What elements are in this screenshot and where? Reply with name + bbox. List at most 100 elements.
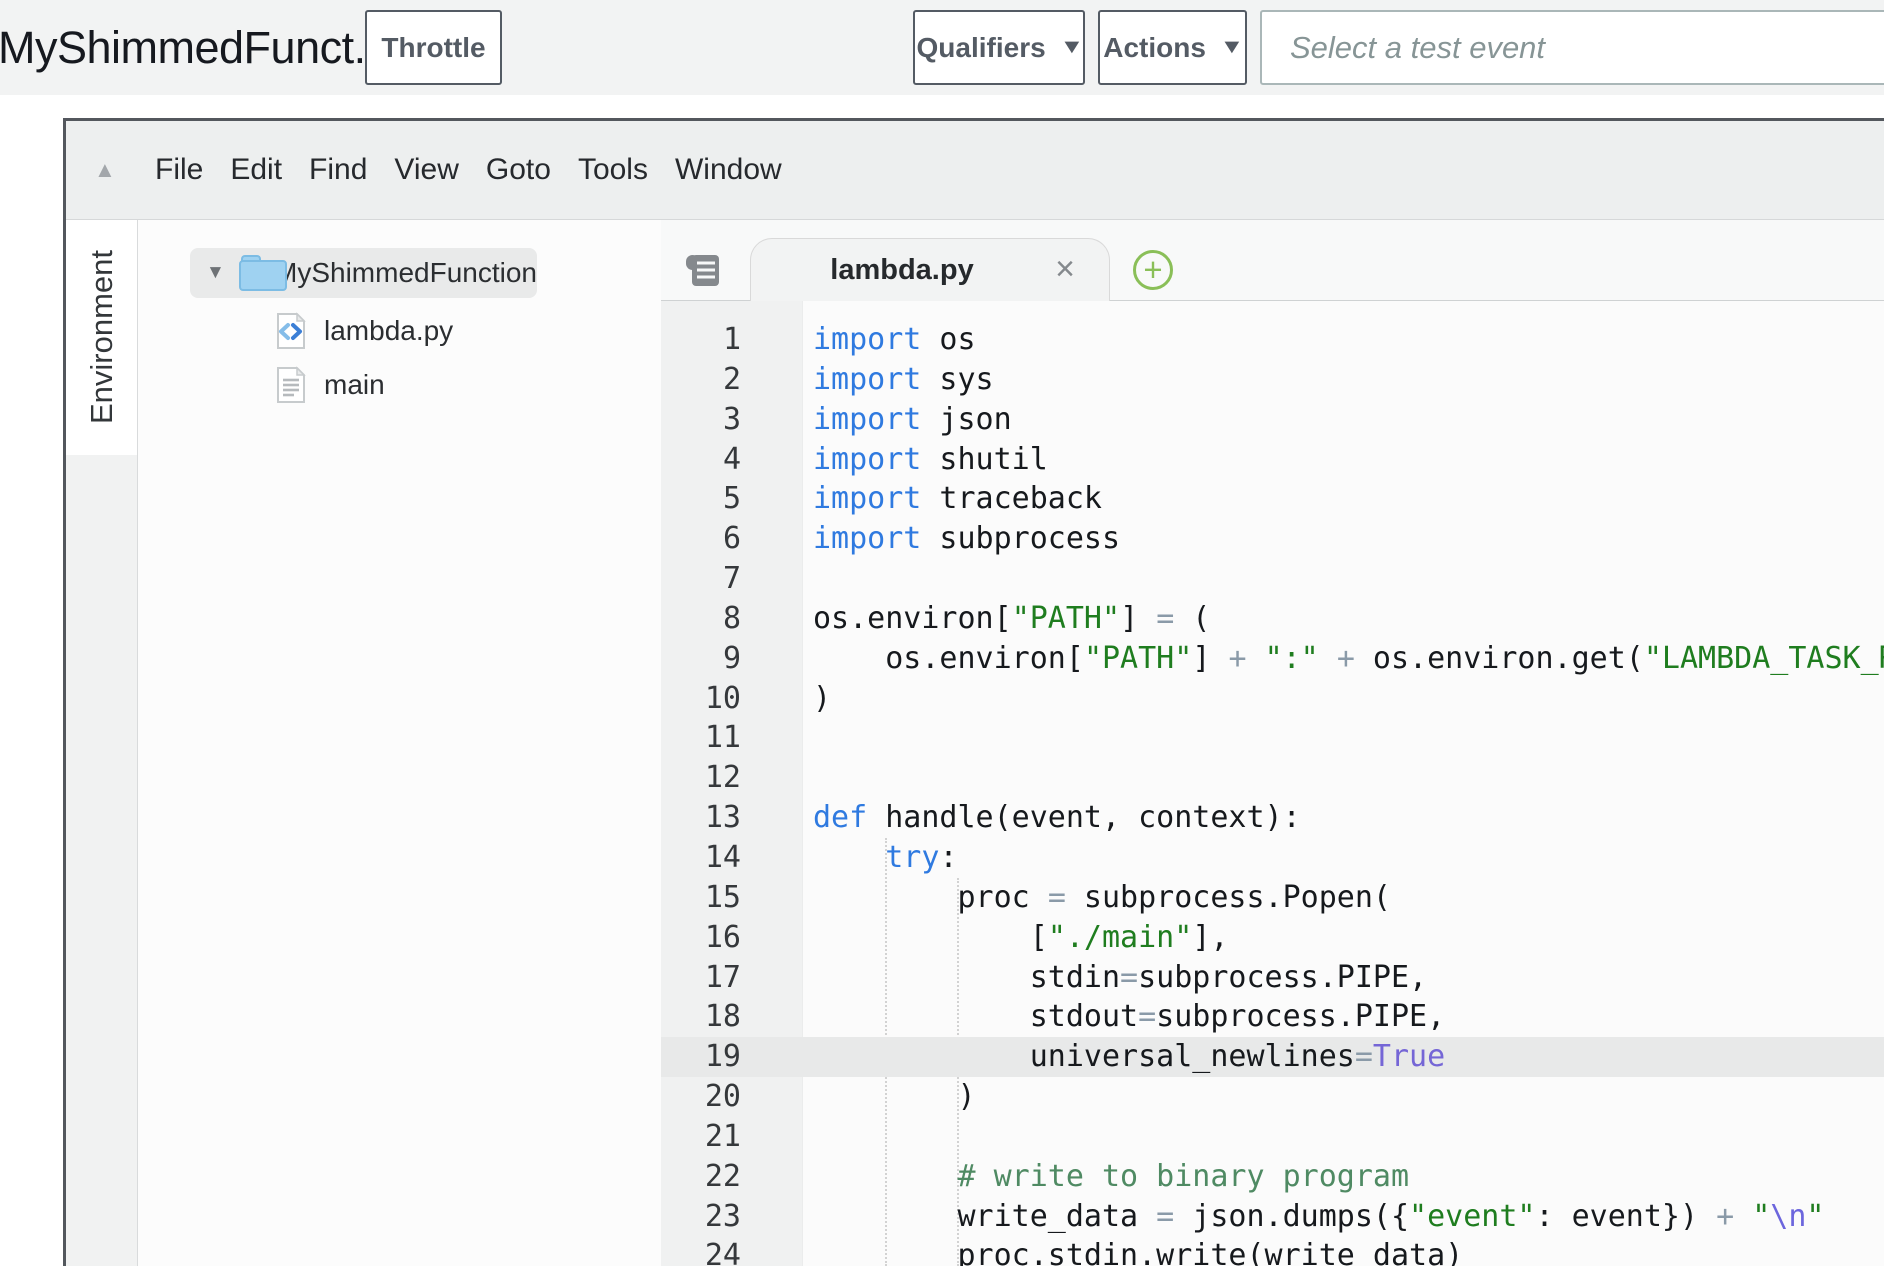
test-event-placeholder: Select a test event bbox=[1290, 30, 1545, 66]
line-number: 14 bbox=[661, 838, 803, 878]
code-line-3[interactable]: 3import json bbox=[661, 400, 1884, 440]
close-tab-icon[interactable]: × bbox=[1055, 250, 1075, 289]
code-lines: 1import os2import sys3import json4import… bbox=[661, 320, 1884, 1266]
menu-item-window[interactable]: Window bbox=[675, 153, 782, 187]
line-number: 13 bbox=[661, 798, 803, 838]
folder-icon bbox=[239, 255, 261, 291]
caret-down-icon: ▼ bbox=[1219, 36, 1244, 59]
code-line-6[interactable]: 6import subprocess bbox=[661, 519, 1884, 559]
code-text: write_data = json.dumps({"event": event}… bbox=[803, 1197, 1824, 1237]
line-number: 9 bbox=[661, 639, 803, 679]
code-editor[interactable]: 1import os2import sys3import json4import… bbox=[661, 301, 1884, 1266]
code-line-22[interactable]: 22 # write to binary program bbox=[661, 1157, 1884, 1197]
line-number: 8 bbox=[661, 599, 803, 639]
line-number: 10 bbox=[661, 679, 803, 719]
code-text: import json bbox=[803, 400, 1012, 440]
code-line-8[interactable]: 8os.environ["PATH"] = ( bbox=[661, 599, 1884, 639]
code-text: import subprocess bbox=[803, 519, 1120, 559]
menu-items: File Edit Find View Goto Tools Window bbox=[155, 153, 782, 187]
caret-down-icon: ▼ bbox=[1059, 36, 1084, 59]
qualifiers-button[interactable]: Qualifiers ▼ bbox=[913, 10, 1085, 85]
code-text: proc = subprocess.Popen( bbox=[803, 878, 1391, 918]
menu-item-view[interactable]: View bbox=[394, 153, 458, 187]
code-text bbox=[803, 758, 813, 798]
code-line-1[interactable]: 1import os bbox=[661, 320, 1884, 360]
code-text bbox=[803, 718, 813, 758]
tree-folder-row[interactable]: ▼ MyShimmedFunction bbox=[190, 248, 537, 298]
code-line-11[interactable]: 11 bbox=[661, 718, 1884, 758]
code-text bbox=[803, 1117, 813, 1157]
line-number: 16 bbox=[661, 918, 803, 958]
tree-item-lambda-py[interactable]: lambda.py bbox=[276, 312, 453, 350]
actions-button[interactable]: Actions ▼ bbox=[1098, 10, 1247, 85]
throttle-button-label: Throttle bbox=[381, 32, 485, 64]
qualifiers-button-label: Qualifiers bbox=[917, 32, 1046, 64]
tab-list-icon[interactable] bbox=[685, 252, 721, 290]
code-text: # write to binary program bbox=[803, 1157, 1409, 1197]
code-file-icon bbox=[276, 312, 306, 350]
menu-item-file[interactable]: File bbox=[155, 153, 203, 187]
code-line-19[interactable]: 19 universal_newlines=True bbox=[661, 1037, 1884, 1077]
throttle-button[interactable]: Throttle bbox=[365, 10, 502, 85]
menu-item-edit[interactable]: Edit bbox=[230, 153, 282, 187]
line-number: 11 bbox=[661, 718, 803, 758]
menu-item-find[interactable]: Find bbox=[309, 153, 367, 187]
code-line-15[interactable]: 15 proc = subprocess.Popen( bbox=[661, 878, 1884, 918]
code-text: proc.stdin.write(write_data) bbox=[803, 1236, 1463, 1266]
line-number: 17 bbox=[661, 958, 803, 998]
code-line-9[interactable]: 9 os.environ["PATH"] + ":" + os.environ.… bbox=[661, 639, 1884, 679]
tree-expanded-icon: ▼ bbox=[206, 262, 225, 284]
tab-lambda-py[interactable]: lambda.py × bbox=[750, 238, 1110, 301]
code-line-4[interactable]: 4import shutil bbox=[661, 440, 1884, 480]
code-text: ) bbox=[803, 679, 831, 719]
code-line-14[interactable]: 14 try: bbox=[661, 838, 1884, 878]
code-line-23[interactable]: 23 write_data = json.dumps({"event": eve… bbox=[661, 1197, 1884, 1237]
code-line-17[interactable]: 17 stdin=subprocess.PIPE, bbox=[661, 958, 1884, 998]
line-number: 3 bbox=[661, 400, 803, 440]
line-number: 20 bbox=[661, 1077, 803, 1117]
code-line-24[interactable]: 24 proc.stdin.write(write_data) bbox=[661, 1236, 1884, 1266]
code-text: os.environ["PATH"] = ( bbox=[803, 599, 1210, 639]
editor-tabbar: lambda.py × + bbox=[661, 220, 1884, 301]
code-text: try: bbox=[803, 838, 958, 878]
actions-button-label: Actions bbox=[1103, 32, 1206, 64]
code-line-18[interactable]: 18 stdout=subprocess.PIPE, bbox=[661, 997, 1884, 1037]
code-text: import traceback bbox=[803, 479, 1102, 519]
collapse-panel-icon[interactable]: ▲ bbox=[94, 157, 116, 183]
code-line-10[interactable]: 10) bbox=[661, 679, 1884, 719]
code-text bbox=[803, 559, 813, 599]
line-number: 6 bbox=[661, 519, 803, 559]
line-number: 4 bbox=[661, 440, 803, 480]
function-title: MyShimmedFunct... bbox=[0, 0, 390, 95]
code-line-13[interactable]: 13def handle(event, context): bbox=[661, 798, 1884, 838]
new-tab-button[interactable]: + bbox=[1133, 250, 1173, 290]
tree-item-main[interactable]: main bbox=[276, 366, 385, 404]
code-line-16[interactable]: 16 ["./main"], bbox=[661, 918, 1884, 958]
ide-menubar: ▲ File Edit Find View Goto Tools Window bbox=[66, 121, 1884, 220]
menu-item-goto[interactable]: Goto bbox=[486, 153, 551, 187]
environment-tab[interactable]: Environment bbox=[66, 220, 137, 455]
line-number: 15 bbox=[661, 878, 803, 918]
code-line-12[interactable]: 12 bbox=[661, 758, 1884, 798]
code-line-21[interactable]: 21 bbox=[661, 1117, 1884, 1157]
line-number: 21 bbox=[661, 1117, 803, 1157]
code-text: universal_newlines=True bbox=[803, 1037, 1445, 1077]
line-number: 12 bbox=[661, 758, 803, 798]
code-line-20[interactable]: 20 ) bbox=[661, 1077, 1884, 1117]
line-number: 7 bbox=[661, 559, 803, 599]
code-line-7[interactable]: 7 bbox=[661, 559, 1884, 599]
code-text: stdin=subprocess.PIPE, bbox=[803, 958, 1427, 998]
code-text: import shutil bbox=[803, 440, 1048, 480]
menu-item-tools[interactable]: Tools bbox=[578, 153, 648, 187]
console-header: MyShimmedFunct... Throttle Qualifiers ▼ … bbox=[0, 0, 1884, 95]
tree-file-label: main bbox=[324, 369, 385, 401]
code-line-5[interactable]: 5import traceback bbox=[661, 479, 1884, 519]
tab-label: lambda.py bbox=[830, 254, 973, 287]
tree-folder-label: MyShimmedFunction bbox=[274, 257, 537, 289]
code-line-2[interactable]: 2import sys bbox=[661, 360, 1884, 400]
code-text: os.environ["PATH"] + ":" + os.environ.ge… bbox=[803, 639, 1884, 679]
code-text: import sys bbox=[803, 360, 994, 400]
test-event-select[interactable]: Select a test event bbox=[1260, 10, 1884, 85]
code-text: import os bbox=[803, 320, 976, 360]
code-text: stdout=subprocess.PIPE, bbox=[803, 997, 1445, 1037]
